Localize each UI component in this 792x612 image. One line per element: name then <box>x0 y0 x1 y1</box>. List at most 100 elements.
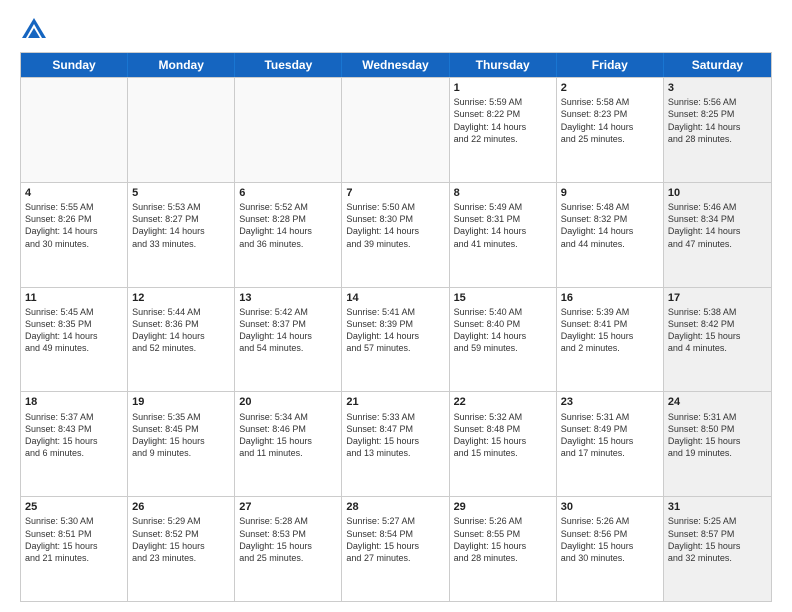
day-info: Sunrise: 5:52 AM Sunset: 8:28 PM Dayligh… <box>239 201 337 250</box>
day-cell-5: 5Sunrise: 5:53 AM Sunset: 8:27 PM Daylig… <box>128 183 235 287</box>
day-cell-19: 19 Sunrise: 5:35 AM Sunset: 8:45 PM Dayli… <box>128 392 235 496</box>
day-cell-2: 2Sunrise: 5:58 AM Sunset: 8:23 PM Daylig… <box>557 78 664 182</box>
day-number: 1 <box>454 81 552 95</box>
calendar: SundayMondayTuesdayWednesdayThursdayFrid… <box>20 52 772 602</box>
day-number: 15 <box>454 291 552 305</box>
day-cell-29: 29Sunrise: 5:26 AM Sunset: 8:55 PM Dayli… <box>450 497 557 601</box>
day-info: Sunrise: 5:29 AM Sunset: 8:52 PM Dayligh… <box>132 515 230 564</box>
day-info: Sunrise: 5:55 AM Sunset: 8:26 PM Dayligh… <box>25 201 123 250</box>
day-header-tuesday: Tuesday <box>235 53 342 77</box>
day-info: Sunrise: 5:39 AM Sunset: 8:41 PM Dayligh… <box>561 306 659 355</box>
day-number: 6 <box>239 186 337 200</box>
day-info: Sunrise: 5:46 AM Sunset: 8:34 PM Dayligh… <box>668 201 767 250</box>
calendar-header: SundayMondayTuesdayWednesdayThursdayFrid… <box>21 53 771 77</box>
day-number: 20 <box>239 395 337 409</box>
day-cell-9: 9Sunrise: 5:48 AM Sunset: 8:32 PM Daylig… <box>557 183 664 287</box>
day-cell-20: 20 Sunrise: 5:34 AM Sunset: 8:46 PM Dayli… <box>235 392 342 496</box>
day-info: Sunrise: 5:32 AM Sunset: 8:48 PM Dayligh… <box>454 411 552 460</box>
calendar-row-2: 11Sunrise: 5:45 AM Sunset: 8:35 PM Dayli… <box>21 287 771 392</box>
day-info: Sunrise: 5:35 AM Sunset: 8:45 PM Dayligh… <box>132 411 230 460</box>
day-number: 11 <box>25 291 123 305</box>
day-cell-14: 14Sunrise: 5:41 AM Sunset: 8:39 PM Dayli… <box>342 288 449 392</box>
day-info: Sunrise: 5:31 AM Sunset: 8:50 PM Dayligh… <box>668 411 767 460</box>
day-info: Sunrise: 5:25 AM Sunset: 8:57 PM Dayligh… <box>668 515 767 564</box>
day-cell-31: 31Sunrise: 5:25 AM Sunset: 8:57 PM Dayli… <box>664 497 771 601</box>
day-info: Sunrise: 5:44 AM Sunset: 8:36 PM Dayligh… <box>132 306 230 355</box>
day-number: 10 <box>668 186 767 200</box>
day-number: 26 <box>132 500 230 514</box>
day-info: Sunrise: 5:58 AM Sunset: 8:23 PM Dayligh… <box>561 96 659 145</box>
empty-cell-0-0 <box>21 78 128 182</box>
day-header-friday: Friday <box>557 53 664 77</box>
day-info: Sunrise: 5:26 AM Sunset: 8:56 PM Dayligh… <box>561 515 659 564</box>
day-number: 5 <box>132 186 230 200</box>
day-info: Sunrise: 5:56 AM Sunset: 8:25 PM Dayligh… <box>668 96 767 145</box>
day-info: Sunrise: 5:37 AM Sunset: 8:43 PM Dayligh… <box>25 411 123 460</box>
day-number: 18 <box>25 395 123 409</box>
page: SundayMondayTuesdayWednesdayThursdayFrid… <box>0 0 792 612</box>
day-info: Sunrise: 5:27 AM Sunset: 8:54 PM Dayligh… <box>346 515 444 564</box>
day-cell-8: 8Sunrise: 5:49 AM Sunset: 8:31 PM Daylig… <box>450 183 557 287</box>
day-header-sunday: Sunday <box>21 53 128 77</box>
day-number: 14 <box>346 291 444 305</box>
day-cell-23: 23 Sunrise: 5:31 AM Sunset: 8:49 PM Dayli… <box>557 392 664 496</box>
day-cell-15: 15Sunrise: 5:40 AM Sunset: 8:40 PM Dayli… <box>450 288 557 392</box>
empty-cell-0-2 <box>235 78 342 182</box>
day-number: 27 <box>239 500 337 514</box>
day-info: Sunrise: 5:31 AM Sunset: 8:49 PM Dayligh… <box>561 411 659 460</box>
day-number: 31 <box>668 500 767 514</box>
day-cell-22: 22 Sunrise: 5:32 AM Sunset: 8:48 PM Dayli… <box>450 392 557 496</box>
day-info: Sunrise: 5:59 AM Sunset: 8:22 PM Dayligh… <box>454 96 552 145</box>
day-number: 19 <box>132 395 230 409</box>
calendar-row-0: 1Sunrise: 5:59 AM Sunset: 8:22 PM Daylig… <box>21 77 771 182</box>
day-info: Sunrise: 5:48 AM Sunset: 8:32 PM Dayligh… <box>561 201 659 250</box>
day-number: 3 <box>668 81 767 95</box>
day-number: 23 <box>561 395 659 409</box>
day-cell-17: 17Sunrise: 5:38 AM Sunset: 8:42 PM Dayli… <box>664 288 771 392</box>
day-cell-30: 30Sunrise: 5:26 AM Sunset: 8:56 PM Dayli… <box>557 497 664 601</box>
day-cell-3: 3Sunrise: 5:56 AM Sunset: 8:25 PM Daylig… <box>664 78 771 182</box>
day-header-saturday: Saturday <box>664 53 771 77</box>
day-cell-28: 28Sunrise: 5:27 AM Sunset: 8:54 PM Dayli… <box>342 497 449 601</box>
day-cell-7: 7Sunrise: 5:50 AM Sunset: 8:30 PM Daylig… <box>342 183 449 287</box>
day-info: Sunrise: 5:49 AM Sunset: 8:31 PM Dayligh… <box>454 201 552 250</box>
day-info: Sunrise: 5:34 AM Sunset: 8:46 PM Dayligh… <box>239 411 337 460</box>
day-info: Sunrise: 5:30 AM Sunset: 8:51 PM Dayligh… <box>25 515 123 564</box>
calendar-body: 1Sunrise: 5:59 AM Sunset: 8:22 PM Daylig… <box>21 77 771 601</box>
day-info: Sunrise: 5:53 AM Sunset: 8:27 PM Dayligh… <box>132 201 230 250</box>
day-cell-13: 13Sunrise: 5:42 AM Sunset: 8:37 PM Dayli… <box>235 288 342 392</box>
day-number: 2 <box>561 81 659 95</box>
day-number: 16 <box>561 291 659 305</box>
day-cell-10: 10Sunrise: 5:46 AM Sunset: 8:34 PM Dayli… <box>664 183 771 287</box>
day-info: Sunrise: 5:45 AM Sunset: 8:35 PM Dayligh… <box>25 306 123 355</box>
calendar-row-4: 25Sunrise: 5:30 AM Sunset: 8:51 PM Dayli… <box>21 496 771 601</box>
day-info: Sunrise: 5:26 AM Sunset: 8:55 PM Dayligh… <box>454 515 552 564</box>
day-header-wednesday: Wednesday <box>342 53 449 77</box>
day-number: 30 <box>561 500 659 514</box>
day-number: 7 <box>346 186 444 200</box>
day-info: Sunrise: 5:50 AM Sunset: 8:30 PM Dayligh… <box>346 201 444 250</box>
day-number: 21 <box>346 395 444 409</box>
empty-cell-0-3 <box>342 78 449 182</box>
day-number: 12 <box>132 291 230 305</box>
day-number: 22 <box>454 395 552 409</box>
day-cell-25: 25Sunrise: 5:30 AM Sunset: 8:51 PM Dayli… <box>21 497 128 601</box>
day-number: 8 <box>454 186 552 200</box>
day-cell-26: 26Sunrise: 5:29 AM Sunset: 8:52 PM Dayli… <box>128 497 235 601</box>
day-info: Sunrise: 5:28 AM Sunset: 8:53 PM Dayligh… <box>239 515 337 564</box>
day-number: 4 <box>25 186 123 200</box>
day-cell-27: 27Sunrise: 5:28 AM Sunset: 8:53 PM Dayli… <box>235 497 342 601</box>
day-info: Sunrise: 5:41 AM Sunset: 8:39 PM Dayligh… <box>346 306 444 355</box>
calendar-row-3: 18 Sunrise: 5:37 AM Sunset: 8:43 PM Dayli… <box>21 391 771 496</box>
day-cell-6: 6Sunrise: 5:52 AM Sunset: 8:28 PM Daylig… <box>235 183 342 287</box>
day-cell-24: 24 Sunrise: 5:31 AM Sunset: 8:50 PM Dayli… <box>664 392 771 496</box>
day-cell-11: 11Sunrise: 5:45 AM Sunset: 8:35 PM Dayli… <box>21 288 128 392</box>
day-info: Sunrise: 5:42 AM Sunset: 8:37 PM Dayligh… <box>239 306 337 355</box>
day-cell-18: 18 Sunrise: 5:37 AM Sunset: 8:43 PM Dayli… <box>21 392 128 496</box>
day-info: Sunrise: 5:33 AM Sunset: 8:47 PM Dayligh… <box>346 411 444 460</box>
day-number: 24 <box>668 395 767 409</box>
logo <box>20 16 52 44</box>
day-number: 17 <box>668 291 767 305</box>
header <box>20 16 772 44</box>
day-number: 13 <box>239 291 337 305</box>
